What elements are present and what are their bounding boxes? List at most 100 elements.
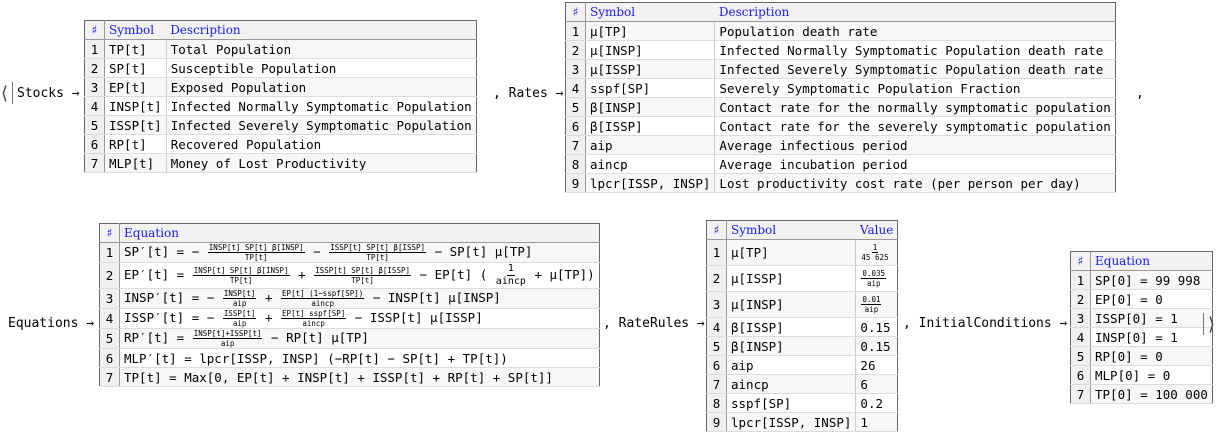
stock-description: Susceptible Population [166, 58, 477, 78]
stock-symbol: INSP[t] [104, 96, 167, 116]
raterule-symbol: β[INSP] [726, 336, 857, 356]
rate-row: 8 aincp Average incubation period [565, 154, 1116, 174]
fraction-denominator: aip [232, 299, 247, 308]
description-header: Description [166, 20, 477, 40]
stock-row: 2 SP[t] Susceptible Population [84, 58, 477, 78]
hash-header: ♯ [565, 2, 586, 22]
equation-cell: ISSP′[t] = − ISSP[t] aip + EP[t] sspf[SP]… [119, 308, 600, 329]
fraction-numerator: 1 [871, 243, 879, 253]
fraction-denominator: TP[t] [244, 253, 268, 262]
raterule-value: 6 [855, 374, 898, 394]
stock-description: Money of Lost Productivity [166, 153, 477, 173]
equation-tail: − ISSP[t] μ[ISSP] [354, 310, 483, 325]
fraction: 0.035 aip [861, 269, 886, 288]
equation-lhs: RP′[t] = [124, 330, 185, 345]
initial-condition-equation: TP[0] = 100 000 [1090, 384, 1213, 404]
row-number: 6 [1070, 365, 1091, 385]
equation-operator: − [313, 244, 321, 259]
fraction-numerator: EP[t] (1−sspf[SP]) [281, 289, 365, 299]
raterule-value: 1 45 625 [855, 239, 898, 266]
fraction: EP[t] sspf[SP] aincp [281, 309, 347, 328]
fraction-denominator: 45 625 [861, 253, 889, 262]
rate-description: Severely Symptomatic Population Fraction [714, 78, 1116, 98]
rate-description: Population death rate [714, 21, 1116, 41]
equations-label: Equations → [8, 316, 95, 331]
rate-symbol: lpcr[ISSP, INSP] [585, 173, 716, 193]
stock-description: Total Population [166, 39, 477, 59]
stock-row: 6 RP[t] Recovered Population [84, 134, 477, 154]
fraction-numerator: ISSP[t] [222, 309, 257, 319]
raterule-value: 0.2 [855, 393, 898, 413]
fraction: 1 45 625 [861, 243, 888, 262]
stock-symbol: TP[t] [104, 39, 167, 59]
raterules-table: ♯ Symbol Value 1 μ[TP] 1 45 625 2 μ[ISSP] 0.03… [706, 220, 899, 432]
row-number: 5 [565, 97, 586, 117]
row-number: 2 [1070, 289, 1091, 309]
equation-cell: SP′[t] = − INSP[t] SP[t] β[INSP] TP[t] − … [119, 242, 600, 263]
open-angle-bracket: ⟨ [1, 83, 9, 104]
rate-row: 4 sspf[SP] Severely Symptomatic Population… [565, 78, 1116, 98]
rate-symbol: aincp [585, 154, 716, 174]
row-number: 1 [84, 39, 105, 59]
raterule-row: 5 β[INSP] 0.15 [706, 336, 898, 356]
fraction: INSP[t]+ISSP[t] aip [192, 329, 263, 348]
row-number: 3 [99, 288, 120, 309]
fraction: ISSP[t] aip [222, 309, 257, 328]
rate-description: Average infectious period [714, 135, 1116, 155]
stock-description: Infected Normally Symptomatic Population [166, 96, 477, 116]
stock-symbol: RP[t] [104, 134, 167, 154]
raterule-row: 9 lpcr[ISSP, INSP] 1 [706, 412, 898, 432]
rate-symbol: sspf[SP] [585, 78, 716, 98]
row-number: 2 [99, 262, 120, 289]
stock-symbol: ISSP[t] [104, 115, 167, 135]
row-number: 8 [706, 393, 727, 413]
fraction: ISSP[t] SP[t] β[ISSP] TP[t] [314, 266, 411, 285]
rate-row: 7 aip Average infectious period [565, 135, 1116, 155]
row-number: 4 [99, 308, 120, 329]
equation-lhs: EP′[t] = [124, 267, 185, 282]
initial-condition-equation: MLP[0] = 0 [1090, 365, 1213, 385]
raterule-symbol: sspf[SP] [726, 393, 857, 413]
rate-row: 9 lpcr[ISSP, INSP] Lost productivity cost … [565, 173, 1116, 193]
equation-lhs: SP′[t] = − [124, 244, 200, 259]
fraction-denominator: aincp [311, 299, 334, 308]
initial-condition-row: 1 SP[0] = 99 998 [1070, 270, 1213, 290]
raterule-row: 3 μ[INSP] 0.01 aip [706, 291, 898, 318]
equation-row: 2 EP′[t] = INSP[t] SP[t] β[INSP] TP[t] + I… [99, 262, 600, 289]
symbol-header: Symbol [104, 20, 167, 40]
row-number: 4 [84, 96, 105, 116]
raterules-label: , RateRules → [603, 316, 705, 331]
rate-description: Lost productivity cost rate (per person … [714, 173, 1116, 193]
association-bar-left [12, 82, 13, 104]
row-number: 4 [1070, 327, 1091, 347]
rate-symbol: β[ISSP] [585, 116, 716, 136]
row-number: 5 [84, 115, 105, 135]
row-number: 5 [1070, 346, 1091, 366]
fraction-denominator: TP[t] [229, 276, 253, 285]
equation-text: MLP′[t] = lpcr[ISSP, INSP] (−RP[t] − SP[… [124, 350, 508, 366]
fraction-numerator: 1 [506, 263, 515, 276]
rate-description: Infected Normally Symptomatic Population… [714, 40, 1116, 60]
fraction-denominator: aip [866, 279, 881, 288]
raterule-symbol: μ[INSP] [726, 291, 857, 318]
fraction: EP[t] (1−sspf[SP]) aincp [281, 289, 365, 308]
rate-row: 2 μ[INSP] Infected Normally Symptomatic Po… [565, 40, 1116, 60]
row-number: 3 [565, 59, 586, 79]
initial-condition-row: 2 EP[0] = 0 [1070, 289, 1213, 309]
stock-description: Exposed Population [166, 77, 477, 97]
symbol-header: Symbol [726, 220, 856, 240]
row-number: 7 [706, 374, 727, 394]
raterule-value: 26 [855, 355, 898, 375]
row-number: 3 [84, 77, 105, 97]
row-number: 2 [565, 40, 586, 60]
equation-row: 6 MLP′[t] = lpcr[ISSP, INSP] (−RP[t] − SP… [99, 348, 600, 368]
value-header: Value [855, 220, 898, 240]
fraction-denominator: TP[t] [351, 276, 374, 285]
rate-row: 3 μ[ISSP] Infected Severely Symptomatic Po… [565, 59, 1116, 79]
stock-description: Infected Severely Symptomatic Population [166, 115, 477, 135]
raterule-row: 2 μ[ISSP] 0.035 aip [706, 265, 898, 292]
row-number: 1 [565, 21, 586, 41]
fraction-denominator: aip [232, 319, 247, 328]
fraction-numerator: 0.035 [861, 269, 886, 279]
stock-row: 5 ISSP[t] Infected Severely Symptomatic Po… [84, 115, 477, 135]
